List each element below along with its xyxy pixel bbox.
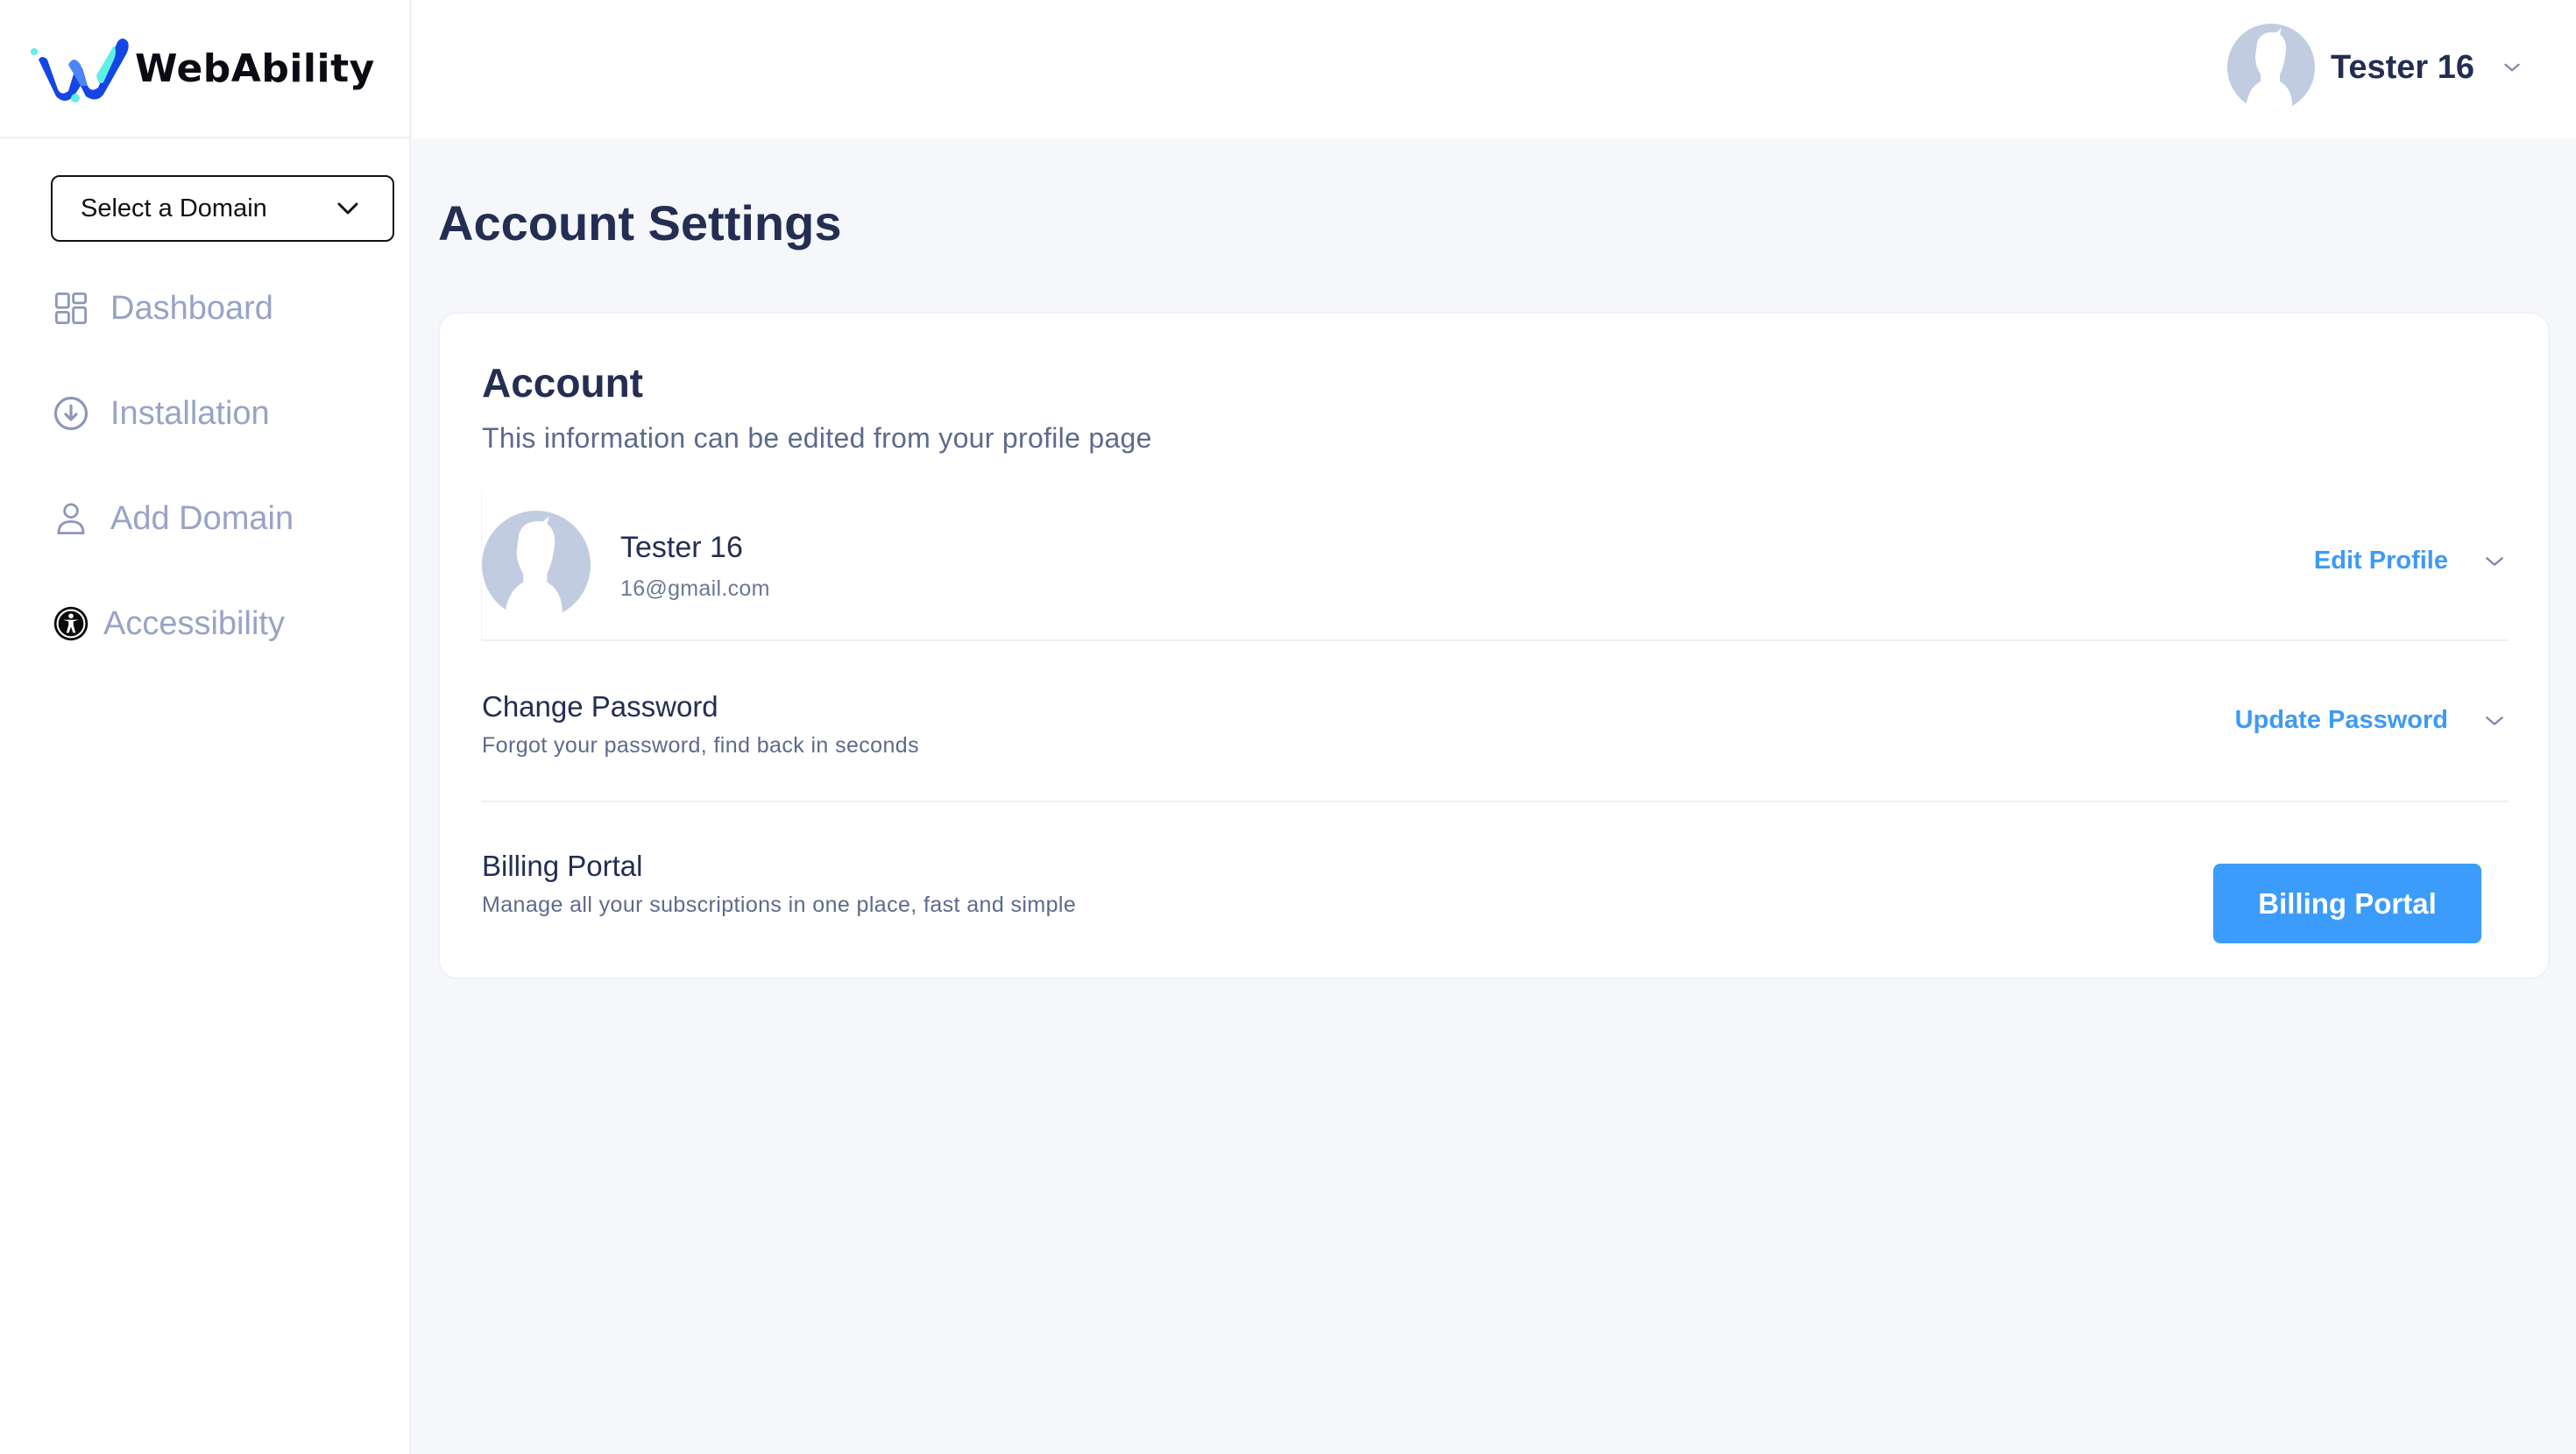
avatar-silhouette-icon <box>506 516 563 619</box>
billing-portal-button[interactable]: Billing Portal <box>2213 864 2481 943</box>
profile-name: Tester 16 <box>620 531 743 564</box>
sidebar-item-installation[interactable]: Installation <box>51 393 270 434</box>
avatar <box>482 511 591 619</box>
sidebar-item-label: Installation <box>110 394 270 432</box>
domain-select-label: Select a Domain <box>81 194 267 222</box>
brand-name: WebAbility <box>135 46 375 91</box>
edit-profile-label: Edit Profile <box>2313 547 2448 575</box>
webability-logo-icon <box>31 39 129 102</box>
page-title: Account Settings <box>438 195 842 251</box>
avatar-silhouette-icon <box>2246 28 2292 111</box>
accessibility-icon <box>51 603 91 644</box>
logo-area: WebAbility <box>0 0 411 138</box>
chevron-down-icon <box>2486 556 2503 566</box>
sidebar-item-accessibility[interactable]: Accessibility <box>51 603 285 644</box>
sidebar-item-label: Add Domain <box>110 499 294 537</box>
profile-row: Tester 16 16@gmail.com Edit Profile <box>482 491 2508 641</box>
sidebar-item-add-domain[interactable]: Add Domain <box>51 498 294 539</box>
account-card: Account This information can be edited f… <box>440 314 2548 978</box>
edit-profile-link[interactable]: Edit Profile <box>2314 547 2508 575</box>
download-circle-icon <box>51 393 91 434</box>
sidebar-item-label: Dashboard <box>110 289 273 327</box>
domain-select[interactable]: Select a Domain <box>51 175 394 242</box>
update-password-label: Update Password <box>2234 706 2448 734</box>
update-password-link[interactable]: Update Password <box>2213 706 2508 735</box>
billing-portal-title: Billing Portal <box>482 850 643 882</box>
change-password-title: Change Password <box>482 690 718 723</box>
billing-portal-subtitle: Manage all your subscriptions in one pla… <box>482 893 1077 917</box>
user-menu[interactable]: Tester 16 <box>2226 24 2523 111</box>
divider <box>482 801 2508 802</box>
sidebar-item-dashboard[interactable]: Dashboard <box>51 288 273 328</box>
chevron-down-icon <box>337 202 358 215</box>
chevron-down-icon <box>2504 63 2520 72</box>
chevron-down-icon <box>2486 716 2503 725</box>
top-header: Tester 16 <box>413 0 2576 138</box>
sidebar: WebAbility Select a Domain Dashboard Ins… <box>0 0 411 1454</box>
change-password-subtitle: Forgot your password, find back in secon… <box>482 733 919 758</box>
dashboard-grid-icon <box>51 288 91 328</box>
user-icon <box>51 498 91 539</box>
profile-email: 16@gmail.com <box>620 576 770 601</box>
card-subtitle: This information can be edited from your… <box>482 422 1152 454</box>
brand-logo[interactable]: WebAbility <box>30 33 375 103</box>
card-title: Account <box>482 360 643 406</box>
sidebar-item-label: Accessibility <box>103 604 285 642</box>
header-user-name: Tester 16 <box>2330 48 2474 86</box>
avatar <box>2226 24 2315 111</box>
